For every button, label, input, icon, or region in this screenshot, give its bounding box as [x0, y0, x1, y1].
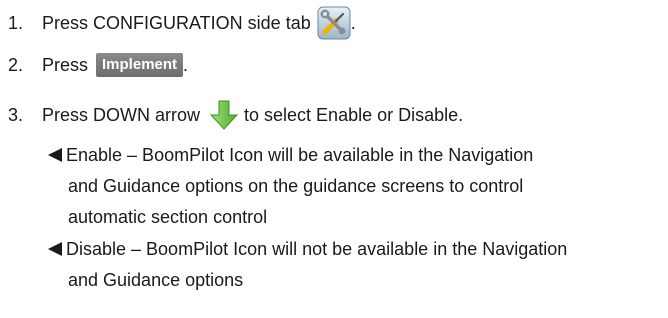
disable-line-2: and Guidance options: [68, 270, 244, 290]
step-3-text: Press DOWN arrow: [42, 105, 201, 125]
configuration-tools-icon: [317, 6, 351, 40]
enable-line-2: and Guidance options on the guidance scr…: [68, 176, 524, 196]
step-1-text: Press CONFIGURATION side tab: [42, 13, 311, 33]
step-1-period: .: [350, 13, 356, 33]
down-arrow-icon: [210, 100, 239, 130]
step-3-rest: to select Enable or Disable.: [244, 105, 464, 125]
enable-description: Enable – BoomPilot Icon will be availabl…: [48, 140, 533, 233]
step-number: 1.: [8, 13, 24, 33]
implement-button: Implement: [96, 53, 184, 77]
step-2: 2. Press Implement .: [8, 53, 188, 77]
enable-line-3: automatic section control: [68, 207, 268, 227]
step-3: 3. Press DOWN arrow to select Enable or …: [8, 100, 463, 130]
disable-line-1: Disable – BoomPilot Icon will not be ava…: [66, 239, 568, 259]
step-number: 3.: [8, 105, 24, 125]
step-2-period: .: [183, 55, 189, 75]
enable-line-1: Enable – BoomPilot Icon will be availabl…: [66, 145, 534, 165]
bullet-triangle-icon: [48, 242, 62, 256]
step-number: 2.: [8, 55, 24, 75]
bullet-triangle-icon: [48, 148, 62, 162]
step-2-text: Press: [42, 55, 89, 75]
disable-description: Disable – BoomPilot Icon will not be ava…: [48, 234, 567, 296]
step-1: 1. Press CONFIGURATION side tab .: [8, 6, 356, 40]
